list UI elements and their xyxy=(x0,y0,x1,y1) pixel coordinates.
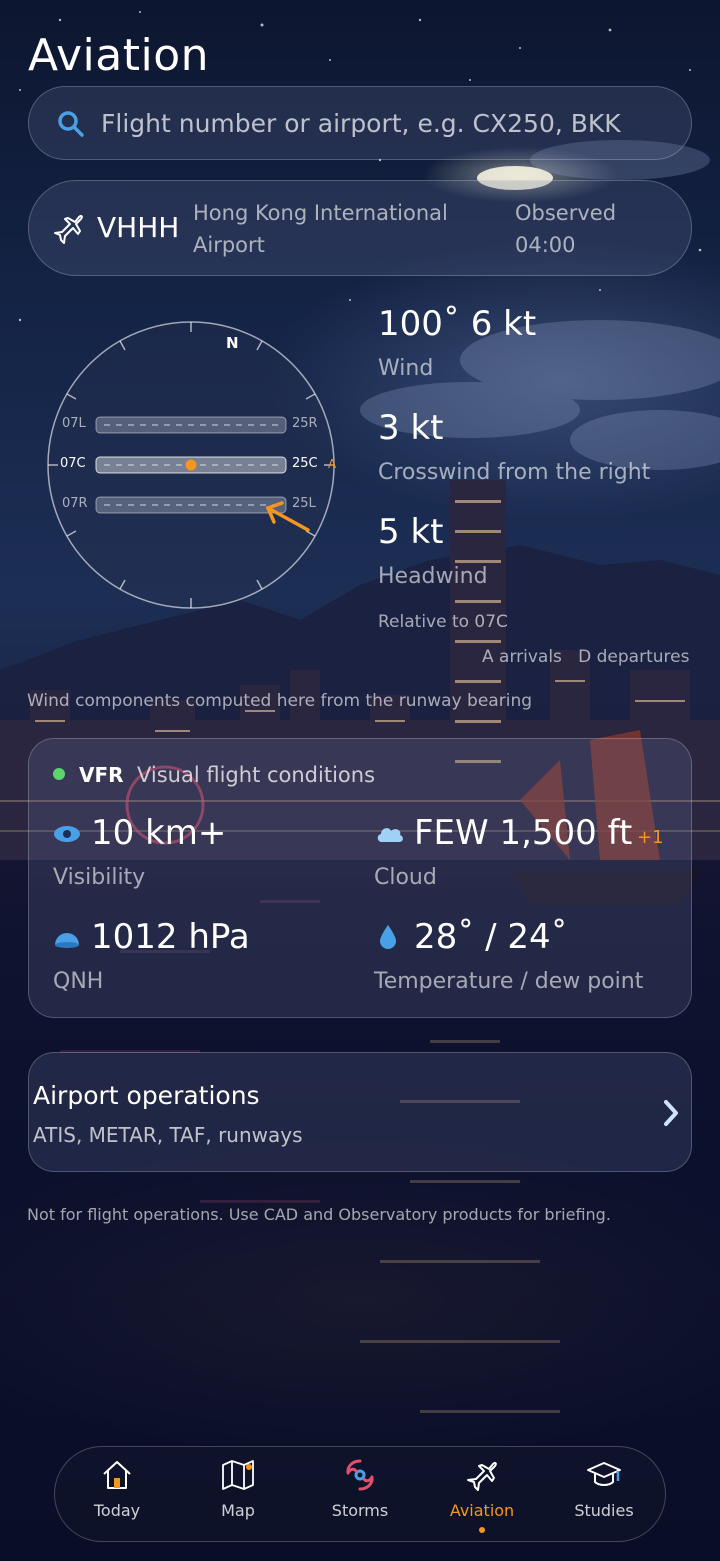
airport-operations-button[interactable]: Airport operations ATIS, METAR, TAF, run… xyxy=(28,1052,692,1172)
observed-label: Observed xyxy=(515,201,617,225)
nav-today[interactable]: Today xyxy=(67,1447,167,1543)
nav-storms[interactable]: Storms xyxy=(310,1447,410,1543)
crosswind-value: 3 kt xyxy=(378,408,444,448)
bottom-nav: Today Map Storms Aviation Studies xyxy=(54,1446,666,1542)
page-title: Aviation xyxy=(28,30,210,81)
nav-map[interactable]: Map xyxy=(188,1447,288,1543)
vfr-status-dot xyxy=(53,768,65,780)
observed-time: 04:00 xyxy=(515,233,576,257)
arrivals-departures-legend: A arrivals D departures xyxy=(482,647,690,667)
pressure-icon xyxy=(53,925,81,953)
storm-icon xyxy=(342,1457,378,1497)
operations-subtitle: ATIS, METAR, TAF, runways xyxy=(33,1123,303,1147)
droplet-icon xyxy=(377,923,399,955)
visibility-label: Visibility xyxy=(53,865,146,890)
nav-today-label: Today xyxy=(93,1501,141,1520)
wind-dial: N 07L 25R 07C 25C A 07R 25L xyxy=(46,320,336,610)
qnh-label: QNH xyxy=(53,969,104,994)
arrival-marker: A xyxy=(328,457,337,471)
operations-title: Airport operations xyxy=(33,1081,260,1110)
cloud-extra-badge: +1 xyxy=(637,827,664,848)
active-indicator-dot xyxy=(479,1527,485,1533)
nav-studies[interactable]: Studies xyxy=(554,1447,654,1543)
runway-25c-label: 25C xyxy=(292,456,318,471)
cloud-label: Cloud xyxy=(374,865,437,890)
chevron-right-icon xyxy=(661,1099,681,1131)
runway-07c-label: 07C xyxy=(60,456,86,471)
relative-runway: Relative to 07C xyxy=(378,612,508,632)
wind-label: Wind xyxy=(378,356,434,381)
crosswind-label: Crosswind from the right xyxy=(378,460,651,485)
disclaimer: Not for flight operations. Use CAD and O… xyxy=(27,1205,611,1224)
nav-aviation-label: Aviation xyxy=(449,1501,515,1520)
eye-icon xyxy=(53,823,81,849)
airport-card[interactable]: VHHH Hong Kong International Airport Obs… xyxy=(28,180,692,276)
runway-07l-label: 07L xyxy=(62,416,86,431)
runway-25r-label: 25R xyxy=(292,416,318,431)
plane-icon xyxy=(51,211,85,249)
airport-name-line2: Airport xyxy=(193,233,265,257)
wind-direction-speed: 100˚ 6 kt xyxy=(378,304,537,344)
nav-studies-label: Studies xyxy=(574,1501,634,1520)
headwind-value: 5 kt xyxy=(378,512,444,552)
north-label: N xyxy=(226,334,239,352)
runway-25l-label: 25L xyxy=(292,496,316,511)
qnh-value: 1012 hPa xyxy=(91,917,250,957)
flight-category-desc: Visual flight conditions xyxy=(137,763,376,787)
search-bar[interactable]: Flight number or airport, e.g. CX250, BK… xyxy=(28,86,692,160)
plane-icon xyxy=(464,1457,500,1497)
headwind-label: Headwind xyxy=(378,564,488,589)
search-input[interactable]: Flight number or airport, e.g. CX250, BK… xyxy=(101,109,621,138)
temperature-label: Temperature / dew point xyxy=(374,969,644,994)
nav-map-label: Map xyxy=(221,1501,255,1520)
wind-position-dot xyxy=(185,459,197,471)
cloud-icon xyxy=(375,823,405,847)
visibility-value: 10 km+ xyxy=(91,813,227,853)
cloud-value: FEW 1,500 ft xyxy=(414,813,633,853)
conditions-card: VFR Visual flight conditions 10 km+ Visi… xyxy=(28,738,692,1018)
nav-storms-label: Storms xyxy=(331,1501,389,1520)
map-icon xyxy=(220,1457,256,1497)
temperature-value: 28˚ / 24˚ xyxy=(414,917,568,957)
nav-aviation[interactable]: Aviation xyxy=(432,1447,532,1543)
airport-code: VHHH xyxy=(97,211,180,244)
graduation-cap-icon xyxy=(586,1457,622,1497)
wind-footnote: Wind components computed here from the r… xyxy=(27,691,533,711)
runway-07r-label: 07R xyxy=(62,496,88,511)
house-icon xyxy=(99,1457,135,1497)
search-icon xyxy=(57,110,84,137)
airport-name-line1: Hong Kong International xyxy=(193,201,448,225)
flight-category: VFR xyxy=(79,763,124,787)
